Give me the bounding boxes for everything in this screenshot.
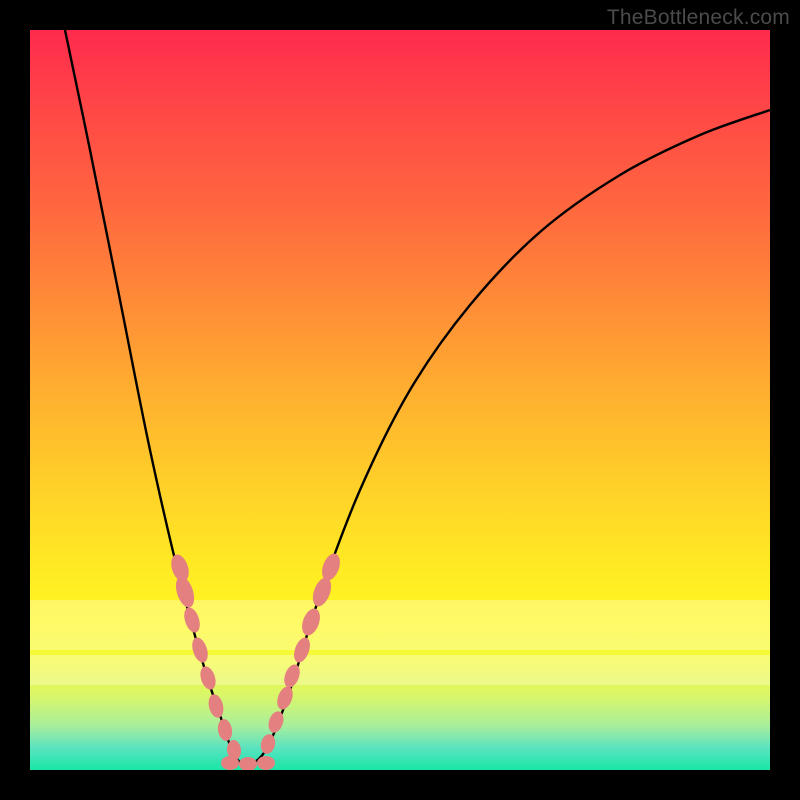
curve-marker [259,733,277,756]
curve-marker [281,662,302,689]
curve-marker [319,551,344,583]
curve-marker [221,756,239,770]
curve-marker [299,606,324,638]
curve-marker [206,693,225,720]
curve-marker [239,757,257,770]
bottleneck-curve [65,30,770,764]
chart-svg [30,30,770,770]
curve-marker [216,718,234,742]
curve-marker [181,605,202,634]
curve-marker [172,574,197,609]
curve-marker [309,575,334,609]
curve-marker [274,684,295,711]
watermark-text: TheBottleneck.com [607,6,790,30]
curve-marker [189,635,210,664]
chart-plot-area [30,30,770,770]
marker-group [168,551,343,770]
curve-marker [257,756,275,770]
curve-marker [291,635,313,664]
curve-marker [198,664,219,691]
chart-frame: TheBottleneck.com [0,0,800,800]
